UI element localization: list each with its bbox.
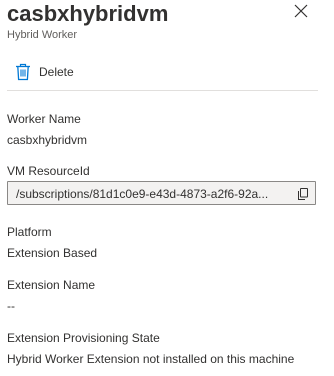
platform-value: Extension Based (7, 246, 98, 260)
extension-state-value: Hybrid Worker Extension not installed on… (7, 352, 295, 366)
page-title: casbxhybridvm (7, 1, 169, 26)
worker-name-label: Worker Name (7, 112, 81, 126)
extension-state-label: Extension Provisioning State (7, 331, 160, 345)
extension-state-field: Extension Provisioning State Hybrid Work… (7, 330, 325, 367)
extension-name-value: -- (7, 299, 15, 313)
extension-name-field: Extension Name -- (7, 277, 325, 314)
vm-resource-id-input[interactable]: /subscriptions/81d1c0e9-e43d-4873-a2f6-9… (7, 181, 316, 205)
worker-name-field: Worker Name casbxhybridvm (7, 111, 325, 148)
worker-name-value: casbxhybridvm (7, 133, 88, 147)
copy-icon (298, 188, 308, 200)
header-divider (7, 90, 318, 91)
page-subtitle: Hybrid Worker (7, 29, 78, 41)
platform-field: Platform Extension Based (7, 224, 325, 261)
vm-resource-id-label: VM ResourceId (7, 164, 90, 178)
close-button[interactable] (293, 3, 309, 19)
vm-resource-id-value: /subscriptions/81d1c0e9-e43d-4873-a2f6-9… (16, 187, 269, 201)
command-bar: Delete (7, 58, 317, 86)
platform-label: Platform (7, 225, 52, 239)
extension-name-label: Extension Name (7, 278, 96, 292)
copy-button[interactable] (296, 187, 310, 201)
panel-header: casbxhybridvm Hybrid Worker (7, 0, 334, 48)
delete-button[interactable]: Delete (7, 58, 74, 86)
delete-label: Delete (39, 65, 74, 79)
close-icon (294, 4, 308, 18)
vm-resource-id-field: VM ResourceId (7, 163, 325, 179)
trash-icon (15, 63, 31, 81)
